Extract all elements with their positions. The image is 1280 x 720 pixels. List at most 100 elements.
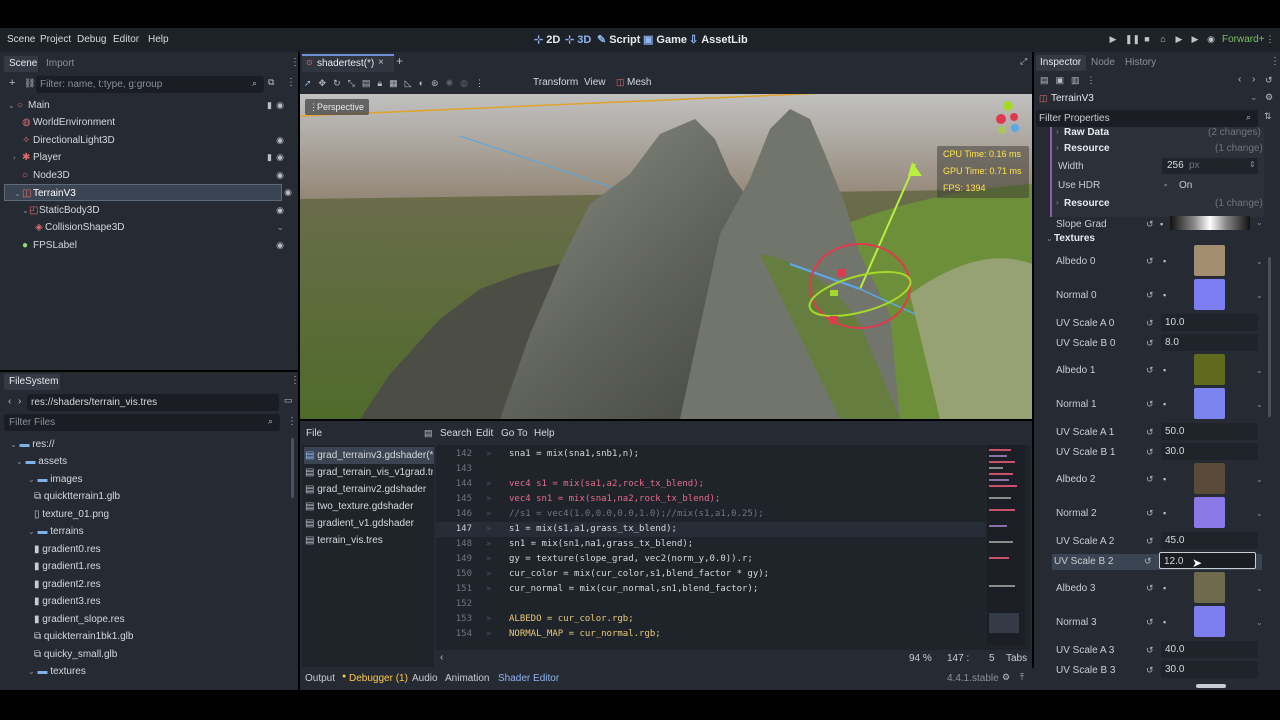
texture-thumbnail[interactable]: [1194, 606, 1225, 637]
filesystem-scrollbar[interactable]: [291, 438, 294, 498]
code-line[interactable]: 150 cur_color = mix(cur_color,s1,blend_fa…: [436, 567, 986, 582]
visibility-icon[interactable]: ◉: [276, 97, 284, 114]
pin-icon[interactable]: ⤒: [1020, 672, 1024, 683]
chevron-down-icon[interactable]: ⌄: [1256, 218, 1263, 227]
value-field[interactable]: 8.0: [1161, 334, 1258, 351]
lock-icon[interactable]: 🔒︎: [377, 78, 382, 89]
visibility-icon[interactable]: ◉: [276, 132, 284, 149]
scene-filter-input[interactable]: Filter: name, t:type, g:group ⌕: [36, 76, 264, 93]
help-menu[interactable]: Help: [534, 428, 555, 439]
object-selector[interactable]: ◫ TerrainV3 ⌄: [1036, 91, 1262, 107]
code-line[interactable]: 146 //s1 = vec4(1.0,0.0,0.0,1.0);//mix(s1…: [436, 507, 986, 522]
tree-node-player[interactable]: › ✱ Player ▮ ◉: [0, 149, 290, 166]
gizmo-plane-handle[interactable]: [838, 269, 846, 277]
editor-settings-icon[interactable]: ⚙: [1002, 672, 1010, 683]
search-menu[interactable]: Search: [440, 428, 472, 439]
tab-import[interactable]: Import: [46, 58, 74, 69]
code-line[interactable]: 152: [436, 597, 986, 612]
chevron-down-icon[interactable]: ⌄: [1256, 475, 1263, 484]
inspector-hscroll[interactable]: [1196, 684, 1226, 688]
menu-editor[interactable]: Editor: [113, 34, 139, 45]
ruler-icon[interactable]: ◺: [405, 78, 412, 89]
script-file-item[interactable]: ▤ grad_terrainv2.gdshader: [305, 481, 433, 498]
revert-icon[interactable]: ↺: [1146, 290, 1154, 301]
chevron-down-icon[interactable]: ⌄: [1256, 291, 1263, 300]
tree-node-directionallight3d[interactable]: ✧ DirectionalLight3D ◉: [0, 132, 290, 149]
raw-data-section[interactable]: Raw Data: [1064, 127, 1109, 138]
scene-tab-shadertest[interactable]: ⊙ shadertest(*) ×: [302, 54, 394, 72]
value-field[interactable]: 30.0: [1161, 443, 1258, 460]
revert-icon[interactable]: ↺: [1146, 338, 1154, 349]
file-menu[interactable]: File: [306, 428, 322, 439]
new-resource-icon[interactable]: ▤: [1040, 75, 1049, 86]
fs-item[interactable]: ▮ gradient1.res: [34, 558, 101, 575]
mode-script[interactable]: ✎ Script: [597, 33, 640, 46]
tree-node-worldenvironment[interactable]: ◍ WorldEnvironment: [0, 114, 290, 131]
toggle-scripts-icon[interactable]: ▤: [424, 428, 433, 439]
filesystem-filter-input[interactable]: Filter Files ⌕: [4, 414, 280, 431]
slope-gradient-preview[interactable]: [1170, 216, 1250, 230]
texture-thumbnail[interactable]: [1194, 279, 1225, 310]
texture-thumbnail[interactable]: [1194, 497, 1225, 528]
revert-icon[interactable]: ↺: [1146, 617, 1154, 628]
script-file-item[interactable]: ▤ terrain_vis.tres: [305, 532, 433, 549]
script-file-item[interactable]: ▤ two_texture.gdshader: [305, 498, 433, 515]
revert-icon[interactable]: ↺: [1146, 536, 1154, 547]
texture-thumbnail[interactable]: [1194, 354, 1225, 385]
property-filter-input[interactable]: Filter Properties ⌕: [1036, 110, 1258, 127]
more-icon[interactable]: ⋮: [1265, 34, 1275, 44]
revert-icon[interactable]: ↺: [1146, 256, 1154, 267]
save-resource-icon[interactable]: ▥: [1071, 75, 1080, 86]
view-menu[interactable]: View: [584, 77, 606, 88]
revert-icon[interactable]: ↺: [1146, 474, 1154, 485]
chevron-down-icon[interactable]: ⌄: [1256, 509, 1263, 518]
code-line[interactable]: 145 vec4 sn1 = mix(sna1,na2,rock_tx_blend…: [436, 492, 986, 507]
minimap[interactable]: [987, 445, 1025, 645]
edit-menu[interactable]: Edit: [476, 428, 493, 439]
code-line[interactable]: 149 gy = texture(slope_grad, vec2(norm_y,…: [436, 552, 986, 567]
visibility-icon[interactable]: ◉: [276, 202, 284, 219]
tab-scene[interactable]: Scene: [9, 58, 37, 69]
inspector-scrollbar[interactable]: [1268, 257, 1271, 417]
checkbox-icon[interactable]: ▪: [1164, 180, 1167, 190]
code-line[interactable]: 153 ALBEDO = cur_color.rgb; »: [436, 612, 986, 627]
add-node-icon[interactable]: +: [9, 77, 15, 89]
group-icon[interactable]: ▦: [389, 78, 398, 89]
fs-item[interactable]: ▮ gradient_slope.res: [34, 611, 125, 628]
history-back-icon[interactable]: ‹: [1238, 74, 1241, 85]
fs-item[interactable]: ⧉ quickterrain1bk1.glb: [34, 628, 133, 645]
environment-icon[interactable]: ◍: [460, 78, 468, 89]
sun-icon[interactable]: ✺: [446, 78, 454, 89]
tab-inspector[interactable]: Inspector: [1040, 57, 1081, 68]
textures-section[interactable]: Textures: [1054, 233, 1095, 244]
visibility-icon[interactable]: ◉: [276, 237, 284, 254]
menu-help[interactable]: Help: [148, 34, 169, 45]
fs-item[interactable]: ▮ gradient2.res: [34, 576, 101, 593]
renderer-select[interactable]: Forward+: [1222, 34, 1265, 45]
visibility-icon[interactable]: ◉: [284, 187, 292, 198]
indent-mode[interactable]: Tabs: [1006, 653, 1027, 664]
texture-thumbnail[interactable]: [1194, 463, 1225, 494]
script-file-item[interactable]: ▤ grad_terrain_vis_v1grad.tr...: [305, 464, 433, 481]
perspective-button[interactable]: ⋮ Perspective: [305, 99, 369, 115]
open-resource-icon[interactable]: ▣: [1056, 75, 1065, 86]
resource-section[interactable]: Resource: [1064, 198, 1110, 209]
revert-icon[interactable]: ↺: [1144, 556, 1152, 567]
distraction-free-icon[interactable]: ⤢: [1020, 56, 1027, 67]
history-forward-icon[interactable]: ›: [1252, 74, 1255, 85]
tree-node-terrainv3[interactable]: ⌄ ◫ TerrainV3: [4, 184, 282, 201]
fs-item[interactable]: ⧉ quicky_small.glb: [34, 646, 117, 663]
resource-menu-icon[interactable]: ⋮: [1087, 75, 1096, 86]
play-custom-icon[interactable]: ▶: [1190, 34, 1200, 44]
remote-debug-icon[interactable]: ⌂: [1158, 34, 1168, 44]
value-field[interactable]: 45.0: [1161, 532, 1258, 549]
path-field[interactable]: res://shaders/terrain_vis.tres: [27, 394, 279, 411]
object-menu-icon[interactable]: ⚙: [1265, 92, 1273, 103]
goto-menu[interactable]: Go To: [501, 428, 528, 439]
chevron-down-icon[interactable]: ⌄: [1256, 257, 1263, 266]
link-icon[interactable]: ⛓: [24, 78, 35, 89]
forward-icon[interactable]: ›: [18, 396, 21, 407]
axis-y-dot[interactable]: [1003, 101, 1013, 111]
script-icon[interactable]: ▮: [267, 149, 272, 166]
zoom-level[interactable]: 94 %: [909, 653, 932, 664]
